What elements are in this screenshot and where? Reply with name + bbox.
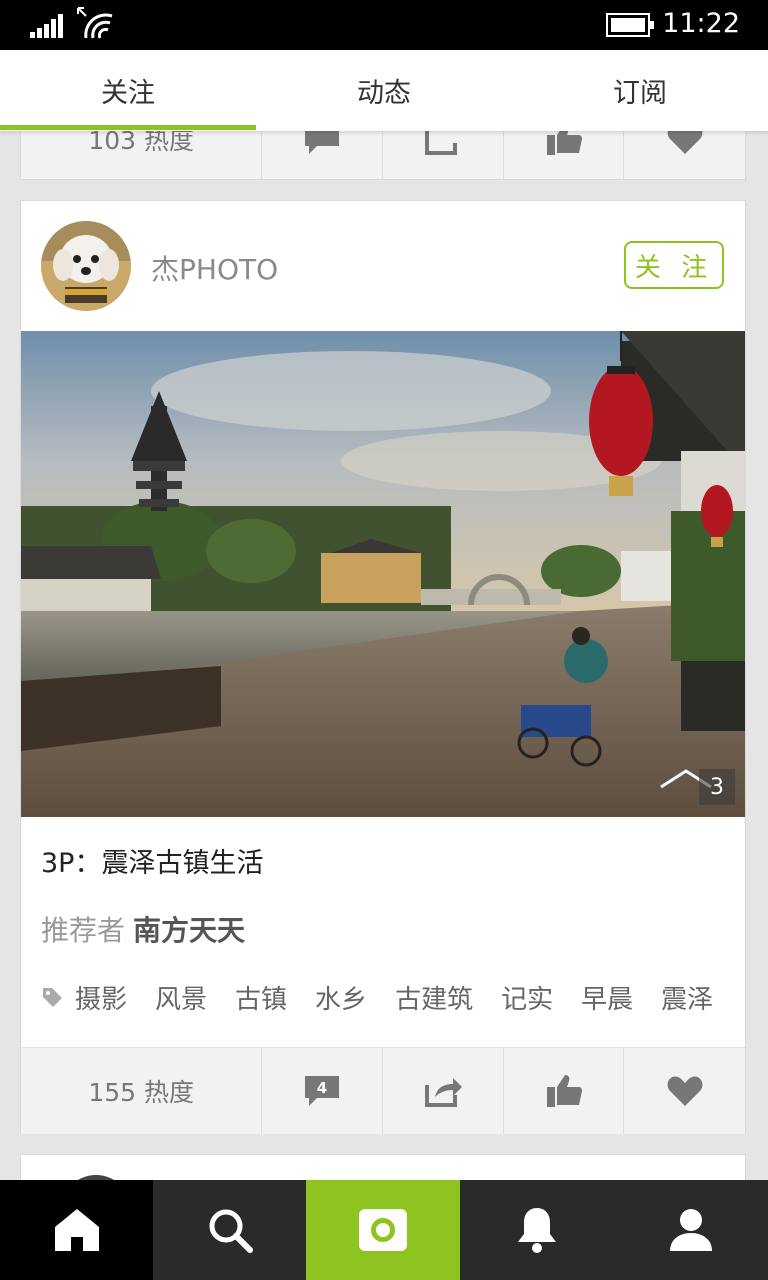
wifi-icon — [77, 7, 113, 39]
dog-avatar-image — [41, 221, 131, 311]
follow-button[interactable]: 关 注 — [624, 241, 724, 289]
tab-subscriptions[interactable]: 订阅 — [512, 50, 768, 131]
tag-icon — [43, 988, 62, 1007]
tab-following[interactable]: 关注 — [0, 50, 256, 131]
home-icon — [54, 1209, 99, 1251]
top-tab-bar: 关注 动态 订阅 — [0, 50, 768, 131]
tag[interactable]: 震泽 — [661, 979, 713, 1016]
username[interactable]: 杰PHOTO — [151, 248, 278, 288]
signal-icon — [30, 14, 63, 38]
tag[interactable]: 古镇 — [235, 979, 287, 1016]
bottom-nav — [0, 1180, 768, 1280]
status-bar: 11:22 — [0, 0, 768, 50]
nav-notifications[interactable] — [460, 1180, 614, 1280]
recommender-label: 推荐者 — [41, 914, 126, 947]
nav-profile[interactable] — [614, 1180, 768, 1280]
heart-icon — [667, 1076, 703, 1106]
like-button[interactable] — [504, 1048, 625, 1134]
post-card: 杰PHOTO 关 注 3 3P：震泽古镇生活 推荐者 南方天天 摄影 风景 古镇… — [20, 200, 746, 1134]
tag[interactable]: 水乡 — [315, 979, 367, 1016]
search-icon — [209, 1209, 253, 1253]
post-photo[interactable] — [21, 331, 745, 817]
bell-icon — [518, 1208, 556, 1253]
favorite-button[interactable] — [624, 1048, 745, 1134]
tag[interactable]: 摄影 — [75, 979, 127, 1016]
recommender-name[interactable]: 南方天天 — [133, 914, 245, 947]
post-actions: 155 热度 4 — [21, 1047, 745, 1134]
tag[interactable]: 古建筑 — [395, 979, 473, 1016]
share-icon — [424, 1078, 462, 1107]
nav-search[interactable] — [153, 1180, 306, 1280]
tag[interactable]: 记实 — [501, 979, 553, 1016]
tab-activity[interactable]: 动态 — [256, 50, 512, 131]
photo-image — [21, 331, 745, 817]
thumbs-up-icon — [546, 1075, 582, 1107]
comment-count: 4 — [317, 1079, 327, 1097]
tag[interactable]: 早晨 — [581, 979, 633, 1016]
tag[interactable]: 风景 — [155, 979, 207, 1016]
battery-icon — [606, 13, 654, 37]
share-button[interactable] — [383, 1048, 504, 1134]
avatar[interactable] — [41, 221, 131, 311]
clock: 11:22 — [662, 8, 740, 39]
post-title[interactable]: 3P：震泽古镇生活 — [41, 841, 263, 880]
tag-list: 摄影 风景 古镇 水乡 古建筑 记实 早晨 震泽 — [41, 977, 731, 1017]
photo-count-badge: 3 — [699, 769, 735, 805]
comment-icon: 4 — [305, 1076, 340, 1106]
nav-camera[interactable] — [306, 1180, 460, 1280]
recommender-line: 推荐者 南方天天 — [41, 909, 245, 949]
heat-count[interactable]: 155 热度 — [21, 1048, 263, 1134]
active-tab-indicator — [0, 125, 256, 130]
nav-home[interactable] — [0, 1180, 153, 1280]
comment-button[interactable]: 4 — [262, 1048, 383, 1134]
user-icon — [670, 1209, 712, 1251]
camera-icon — [359, 1209, 407, 1251]
